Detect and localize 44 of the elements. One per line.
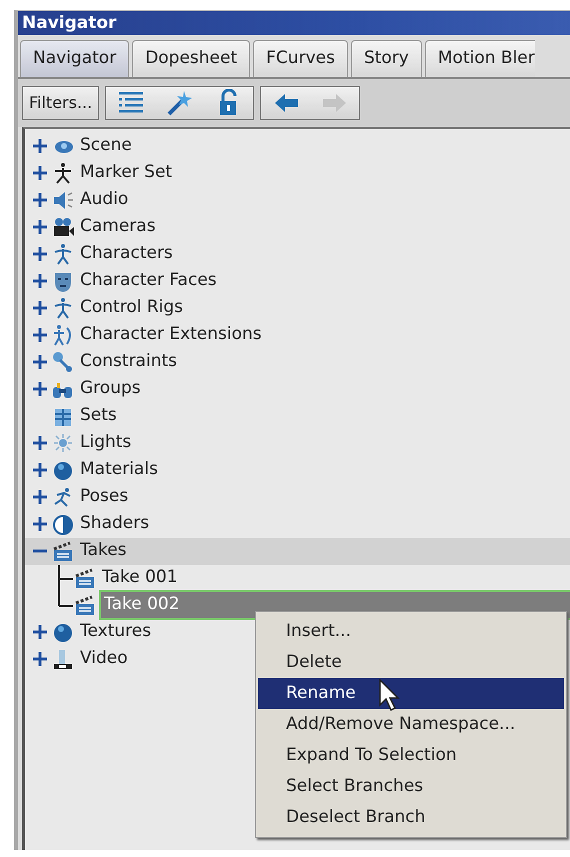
filters-button[interactable]: Filters... — [22, 86, 100, 120]
tree-item[interactable]: Character Extensions — [77, 322, 265, 348]
menu-item[interactable]: Select Branches — [258, 770, 564, 802]
menu-item[interactable]: Rename — [258, 678, 564, 708]
tab[interactable]: Story — [350, 40, 422, 76]
sphere-icon — [51, 621, 75, 643]
tree-item[interactable]: Materials — [77, 457, 161, 483]
tree-item[interactable]: Character Faces — [77, 268, 220, 294]
window-title: Navigator — [18, 11, 570, 35]
half-circle-icon — [51, 513, 75, 535]
tree-item[interactable]: Characters — [77, 241, 176, 267]
clapperboard-icon — [51, 540, 75, 562]
tree-item[interactable]: Poses — [77, 484, 132, 510]
tree-item[interactable]: Video — [77, 646, 131, 672]
tab[interactable]: Navigator — [20, 40, 130, 76]
menu-item[interactable]: Add/Remove Namespace... — [258, 708, 564, 740]
tree-item[interactable]: Take 001 — [99, 565, 181, 591]
tree-item[interactable]: Marker Set — [77, 160, 176, 186]
camera-icon — [51, 216, 75, 238]
tree-item[interactable]: Cameras — [77, 214, 159, 240]
speaker-icon — [51, 189, 75, 211]
tree-item[interactable]: Takes — [77, 538, 130, 564]
tree-item[interactable]: Scene — [77, 133, 135, 159]
clapperboard-icon — [73, 567, 97, 589]
film-icon — [51, 648, 75, 670]
tree-item[interactable]: Lights — [77, 430, 134, 456]
tree-item[interactable]: Constraints — [77, 349, 180, 375]
tab[interactable]: FCurves — [253, 40, 348, 76]
tree-item[interactable]: Control Rigs — [77, 295, 186, 321]
tree-item[interactable]: Textures — [77, 619, 154, 645]
tab[interactable]: Dopesheet — [132, 40, 250, 76]
menu-item[interactable]: Delete — [258, 646, 564, 678]
tree-item[interactable]: Sets — [77, 403, 120, 429]
menu-item[interactable]: Deselect Branch — [258, 802, 564, 832]
tree-item[interactable]: Audio — [77, 187, 132, 213]
clapperboard-icon — [73, 594, 97, 616]
cursor-icon — [379, 678, 401, 710]
sun-icon — [51, 432, 75, 454]
tree-item[interactable]: Groups — [77, 376, 144, 402]
menu-item[interactable]: Expand To Selection — [258, 740, 564, 770]
tree-item[interactable]: Shaders — [77, 511, 152, 537]
nodes-icon — [51, 351, 75, 373]
sphere-icon — [51, 459, 75, 481]
tab[interactable]: Motion Bler — [424, 40, 535, 76]
